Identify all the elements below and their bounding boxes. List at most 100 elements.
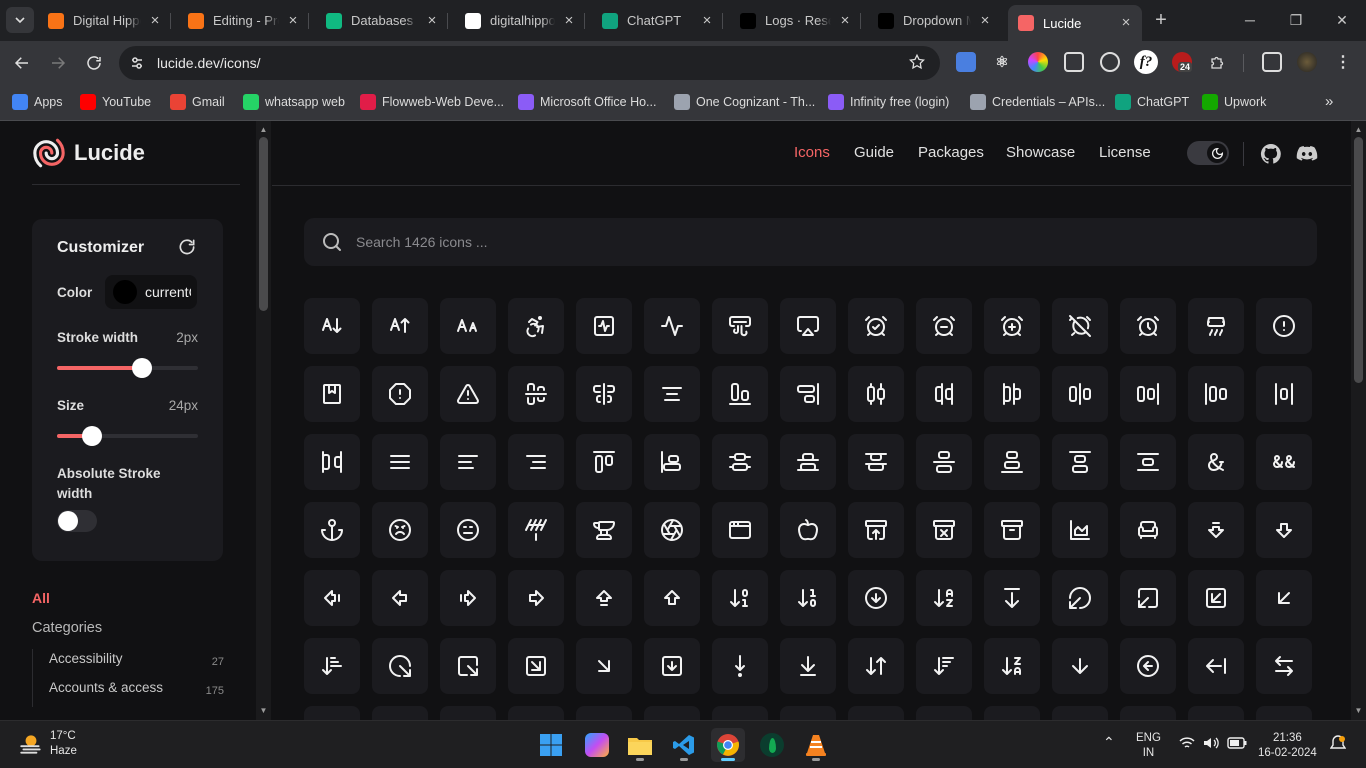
windows-start-icon[interactable] <box>534 728 568 762</box>
sidebar-scrollbar[interactable]: ▲ ▼ <box>256 121 271 720</box>
icon-tile[interactable] <box>372 366 428 422</box>
icon-tile[interactable] <box>780 366 836 422</box>
icon-tile[interactable] <box>1120 434 1176 490</box>
icon-tile[interactable] <box>304 706 360 720</box>
reload-button[interactable] <box>81 50 107 76</box>
icon-tile[interactable] <box>508 366 564 422</box>
scroll-down-arrow[interactable]: ▼ <box>1351 704 1366 718</box>
github-icon[interactable] <box>1259 142 1283 166</box>
icon-tile[interactable] <box>1256 434 1312 490</box>
icon-tile[interactable] <box>984 502 1040 558</box>
mongodb-compass-icon[interactable] <box>755 728 789 762</box>
icon-tile[interactable] <box>1256 502 1312 558</box>
battery-icon[interactable] <box>1227 736 1247 755</box>
icon-tile[interactable] <box>984 434 1040 490</box>
vlc-icon[interactable] <box>799 728 833 762</box>
clock[interactable]: 21:36 16-02-2024 <box>1258 731 1317 761</box>
icon-tile[interactable] <box>508 298 564 354</box>
icon-tile[interactable] <box>1052 638 1108 694</box>
absolute-stroke-toggle[interactable] <box>57 510 97 532</box>
nav-icons[interactable]: Icons <box>794 144 830 161</box>
icon-tile[interactable] <box>780 502 836 558</box>
tab-item[interactable]: Editing - Pro × <box>178 6 309 35</box>
theme-toggle[interactable] <box>1187 141 1229 165</box>
icon-tile[interactable] <box>372 298 428 354</box>
fonts-extension-icon[interactable]: f? <box>1134 50 1158 74</box>
icon-tile[interactable] <box>1256 366 1312 422</box>
icon-tile[interactable] <box>916 502 972 558</box>
wifi-icon[interactable] <box>1179 736 1195 755</box>
scroll-down-arrow[interactable]: ▼ <box>256 704 271 718</box>
icon-tile[interactable] <box>372 638 428 694</box>
icon-tile[interactable] <box>440 706 496 720</box>
icon-tile[interactable] <box>440 434 496 490</box>
new-tab-button[interactable]: + <box>1150 10 1172 32</box>
icon-tile[interactable] <box>916 706 972 720</box>
icon-tile[interactable] <box>304 570 360 626</box>
icon-tile[interactable] <box>372 502 428 558</box>
icon-tile[interactable] <box>576 706 632 720</box>
icon-tile[interactable] <box>1188 366 1244 422</box>
category-item[interactable]: Accounts & access 175 <box>33 678 224 707</box>
category-all[interactable]: All <box>32 590 50 606</box>
icon-tile[interactable] <box>1052 366 1108 422</box>
close-tab-icon[interactable]: × <box>285 12 301 29</box>
bookmark-item[interactable]: Flowweb-Web Deve... <box>360 92 504 112</box>
extension-docs-icon[interactable] <box>956 52 976 72</box>
icon-tile[interactable] <box>712 434 768 490</box>
icon-tile[interactable] <box>576 366 632 422</box>
bookmark-item[interactable]: ChatGPT <box>1115 92 1189 112</box>
icon-tile[interactable] <box>848 570 904 626</box>
close-tab-icon[interactable]: × <box>977 12 993 29</box>
icon-tile[interactable] <box>1256 298 1312 354</box>
icon-tile[interactable] <box>644 570 700 626</box>
tab-search-button[interactable] <box>6 7 34 33</box>
stroke-width-slider-knob[interactable] <box>131 358 152 378</box>
icon-tile[interactable] <box>916 570 972 626</box>
bookmark-item[interactable]: Apps <box>12 92 63 112</box>
icon-tile[interactable] <box>440 366 496 422</box>
close-tab-icon[interactable]: × <box>424 12 440 29</box>
size-slider-knob[interactable] <box>82 426 103 446</box>
icon-tile[interactable] <box>848 434 904 490</box>
icon-tile[interactable] <box>916 434 972 490</box>
icon-tile[interactable] <box>1052 706 1108 720</box>
tray-overflow-icon[interactable]: ⌃ <box>1103 735 1115 750</box>
icon-tile[interactable] <box>372 434 428 490</box>
icon-tile[interactable] <box>644 502 700 558</box>
scroll-up-arrow[interactable]: ▲ <box>256 123 271 137</box>
tab-item[interactable]: Logs · Resen × <box>730 6 861 35</box>
window-extension-icon[interactable] <box>1064 52 1084 72</box>
icon-tile[interactable] <box>440 502 496 558</box>
weather-widget[interactable]: 17°C Haze <box>18 729 77 759</box>
bookmark-item[interactable]: Microsoft Office Ho... <box>518 92 656 112</box>
icon-tile[interactable] <box>780 570 836 626</box>
icon-tile[interactable] <box>1120 298 1176 354</box>
icon-tile[interactable] <box>1256 638 1312 694</box>
icon-tile[interactable] <box>848 298 904 354</box>
icon-tile[interactable] <box>440 298 496 354</box>
back-button[interactable] <box>9 50 35 76</box>
color-picker-extension-icon[interactable] <box>1028 52 1048 72</box>
icon-tile[interactable] <box>848 502 904 558</box>
icon-tile[interactable] <box>984 366 1040 422</box>
profile-avatar[interactable] <box>1297 52 1317 72</box>
icon-tile[interactable] <box>1188 502 1244 558</box>
icon-tile[interactable] <box>1052 502 1108 558</box>
icon-tile[interactable] <box>304 638 360 694</box>
color-value[interactable]: currentColor <box>145 284 191 300</box>
bookmark-item[interactable]: whatsapp web <box>243 92 345 112</box>
icon-tile[interactable] <box>644 706 700 720</box>
browser-menu-icon[interactable]: ⋮ <box>1333 52 1353 72</box>
bookmark-item[interactable]: One Cognizant - Th... <box>674 92 815 112</box>
icon-tile[interactable] <box>916 298 972 354</box>
extension-with-badge-icon[interactable]: 24 <box>1172 52 1193 72</box>
tab-item[interactable]: Digital Hippo × <box>38 6 171 35</box>
color-input[interactable]: currentColor <box>105 275 197 309</box>
icon-tile[interactable] <box>304 366 360 422</box>
bookmark-item[interactable]: Gmail <box>170 92 225 112</box>
size-slider[interactable] <box>57 426 198 446</box>
icon-tile[interactable] <box>780 298 836 354</box>
icon-tile[interactable] <box>1188 706 1244 720</box>
icon-tile[interactable] <box>712 706 768 720</box>
